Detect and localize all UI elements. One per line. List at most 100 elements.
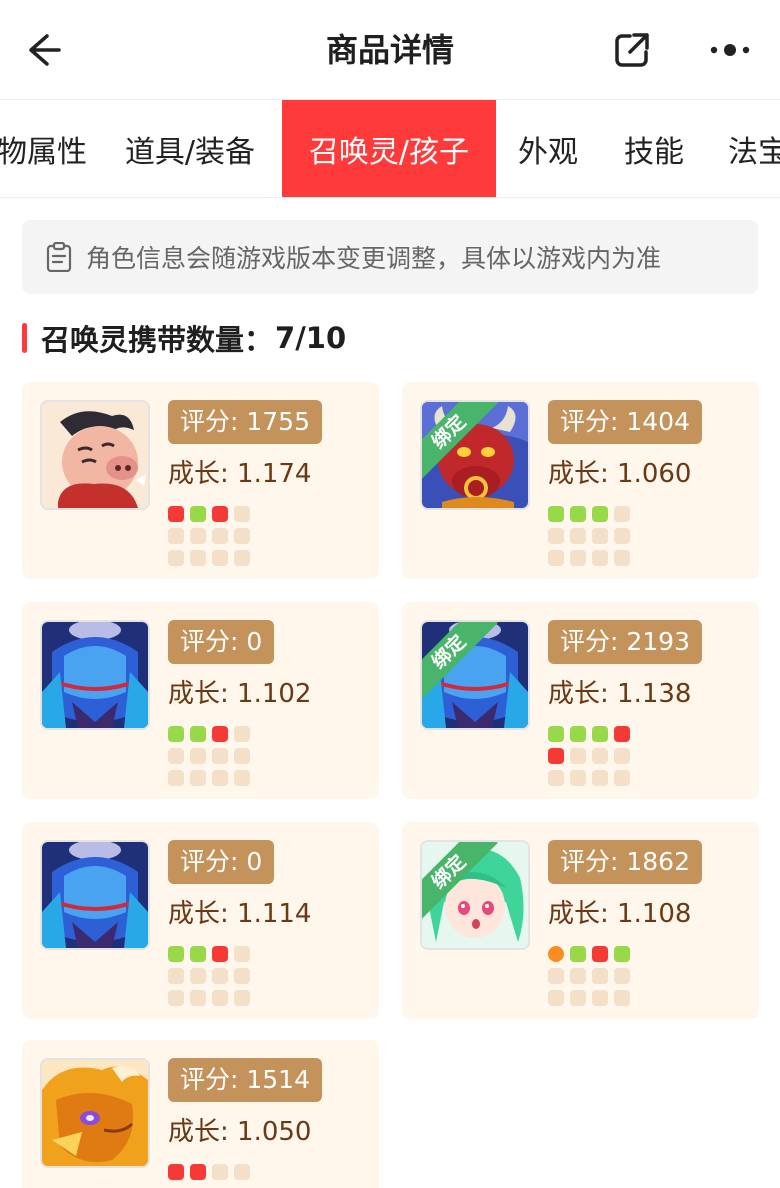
pet-card[interactable]: 绑定 评分: 2193 成长: 1.138 xyxy=(402,602,759,799)
aptitude-pip-empty xyxy=(548,990,564,1006)
pet-growth: 成长: 1.108 xyxy=(548,899,692,929)
aptitude-pip-empty xyxy=(234,550,250,566)
aptitude-pip-empty xyxy=(234,946,250,962)
aptitude-pip-green xyxy=(190,506,206,522)
aptitude-pip-empty xyxy=(212,968,228,984)
aptitude-pip-green xyxy=(548,726,564,742)
aptitude-pip-empty xyxy=(212,748,228,764)
share-button[interactable] xyxy=(610,26,654,74)
section-label: 召唤灵携带数量： xyxy=(41,323,274,357)
pet-aptitude-grid xyxy=(168,726,250,786)
aptitude-pip-empty xyxy=(190,550,206,566)
pet-card[interactable]: 评分: 0 成长: 1.102 xyxy=(22,602,379,799)
aptitude-pip-empty xyxy=(212,990,228,1006)
aptitude-pip-empty xyxy=(592,968,608,984)
aptitude-pip-empty xyxy=(168,748,184,764)
aptitude-pip-empty xyxy=(190,748,206,764)
aptitude-pip-empty xyxy=(168,528,184,544)
aptitude-pip-empty xyxy=(212,550,228,566)
pet-growth: 成长: 1.114 xyxy=(168,899,312,929)
aptitude-pip-empty xyxy=(212,528,228,544)
aptitude-pip-red xyxy=(212,726,228,742)
aptitude-pip-red xyxy=(168,506,184,522)
aptitude-pip-empty xyxy=(592,748,608,764)
pet-growth: 成长: 1.050 xyxy=(168,1117,312,1147)
aptitude-pip-orange xyxy=(548,946,564,962)
pet-count-heading: 召唤灵携带数量： 7/10 xyxy=(22,318,346,358)
aptitude-pip-empty xyxy=(234,748,250,764)
aptitude-pip-red xyxy=(212,946,228,962)
more-button[interactable] xyxy=(706,26,754,74)
pet-card[interactable]: 评分: 1514 成长: 1.050 xyxy=(22,1040,379,1188)
aptitude-pip-empty xyxy=(614,528,630,544)
aptitude-pip-red xyxy=(614,726,630,742)
pet-card[interactable]: 评分: 0 成长: 1.114 xyxy=(22,822,379,1019)
pet-score: 评分: 0 xyxy=(168,840,275,884)
aptitude-pip-empty xyxy=(614,968,630,984)
page-title: 商品详情 xyxy=(325,31,454,69)
tab-skills[interactable]: 技能 xyxy=(612,100,696,197)
aptitude-pip-empty xyxy=(234,506,250,522)
aptitude-pip-green xyxy=(168,726,184,742)
aptitude-pip-green xyxy=(168,946,184,962)
aptitude-pip-empty xyxy=(190,968,206,984)
aptitude-pip-empty xyxy=(234,990,250,1006)
tab-items-equipment[interactable]: 道具/装备 xyxy=(110,100,270,197)
pet-growth: 成长: 1.060 xyxy=(548,459,692,489)
aptitude-pip-empty xyxy=(592,550,608,566)
aptitude-pip-empty xyxy=(234,528,250,544)
aptitude-pip-red xyxy=(592,946,608,962)
pet-score: 评分: 1862 xyxy=(548,840,702,884)
pet-avatar-blue-warrior xyxy=(40,840,150,950)
pet-score: 评分: 0 xyxy=(168,620,275,664)
aptitude-pip-empty xyxy=(234,968,250,984)
category-tabs: 物属性 道具/装备 召唤灵/孩子 外观 技能 法宝 xyxy=(0,100,780,198)
aptitude-pip-green xyxy=(190,946,206,962)
aptitude-pip-empty xyxy=(614,506,630,522)
aptitude-pip-empty xyxy=(614,770,630,786)
tab-magic-treasure[interactable]: 法宝 xyxy=(718,100,780,197)
pet-score: 评分: 1755 xyxy=(168,400,322,444)
pet-count: 7/10 xyxy=(275,321,347,355)
aptitude-pip-empty xyxy=(614,990,630,1006)
pet-avatar-boar xyxy=(40,400,150,510)
notice-text: 角色信息会随游戏版本变更调整，具体以游戏内为准 xyxy=(86,244,662,273)
pet-avatar-blue-warrior xyxy=(40,620,150,730)
pet-avatar-golden-dragon xyxy=(40,1058,150,1168)
aptitude-pip-empty xyxy=(570,748,586,764)
aptitude-pip-empty xyxy=(592,990,608,1006)
pet-aptitude-grid xyxy=(548,726,630,786)
pet-avatar-green-girl: 绑定 xyxy=(420,840,530,950)
pet-aptitude-grid xyxy=(548,946,630,1006)
pet-growth: 成长: 1.102 xyxy=(168,679,312,709)
more-icon xyxy=(710,44,750,56)
aptitude-pip-empty xyxy=(592,770,608,786)
pet-card[interactable]: 绑定 评分: 1862 成长: 1.108 xyxy=(402,822,759,1019)
tab-attributes[interactable]: 物属性 xyxy=(0,100,90,197)
pet-card[interactable]: 评分: 1755 成长: 1.174 xyxy=(22,382,379,579)
pet-score: 评分: 1514 xyxy=(168,1058,322,1102)
aptitude-pip-empty xyxy=(168,550,184,566)
aptitude-pip-empty xyxy=(570,550,586,566)
aptitude-pip-empty xyxy=(614,550,630,566)
aptitude-pip-empty xyxy=(614,748,630,764)
aptitude-pip-red xyxy=(212,506,228,522)
aptitude-pip-green xyxy=(614,946,630,962)
aptitude-pip-empty xyxy=(168,968,184,984)
aptitude-pip-empty xyxy=(234,1164,250,1180)
aptitude-pip-empty xyxy=(168,770,184,786)
pet-aptitude-grid xyxy=(168,946,250,1006)
section-accent-bar xyxy=(22,323,27,353)
aptitude-pip-empty xyxy=(190,990,206,1006)
pet-score: 评分: 2193 xyxy=(548,620,702,664)
pet-growth: 成长: 1.138 xyxy=(548,679,692,709)
pet-aptitude-grid xyxy=(168,1164,250,1180)
aptitude-pip-empty xyxy=(570,770,586,786)
tab-pets-children[interactable]: 召唤灵/孩子 xyxy=(282,100,496,197)
tab-appearance[interactable]: 外观 xyxy=(508,100,588,197)
aptitude-pip-red xyxy=(190,1164,206,1180)
pet-avatar-blue-warrior: 绑定 xyxy=(420,620,530,730)
pet-card[interactable]: 绑定 评分: 1404 成长: 1.060 xyxy=(402,382,759,579)
aptitude-pip-green xyxy=(592,506,608,522)
aptitude-pip-empty xyxy=(234,770,250,786)
